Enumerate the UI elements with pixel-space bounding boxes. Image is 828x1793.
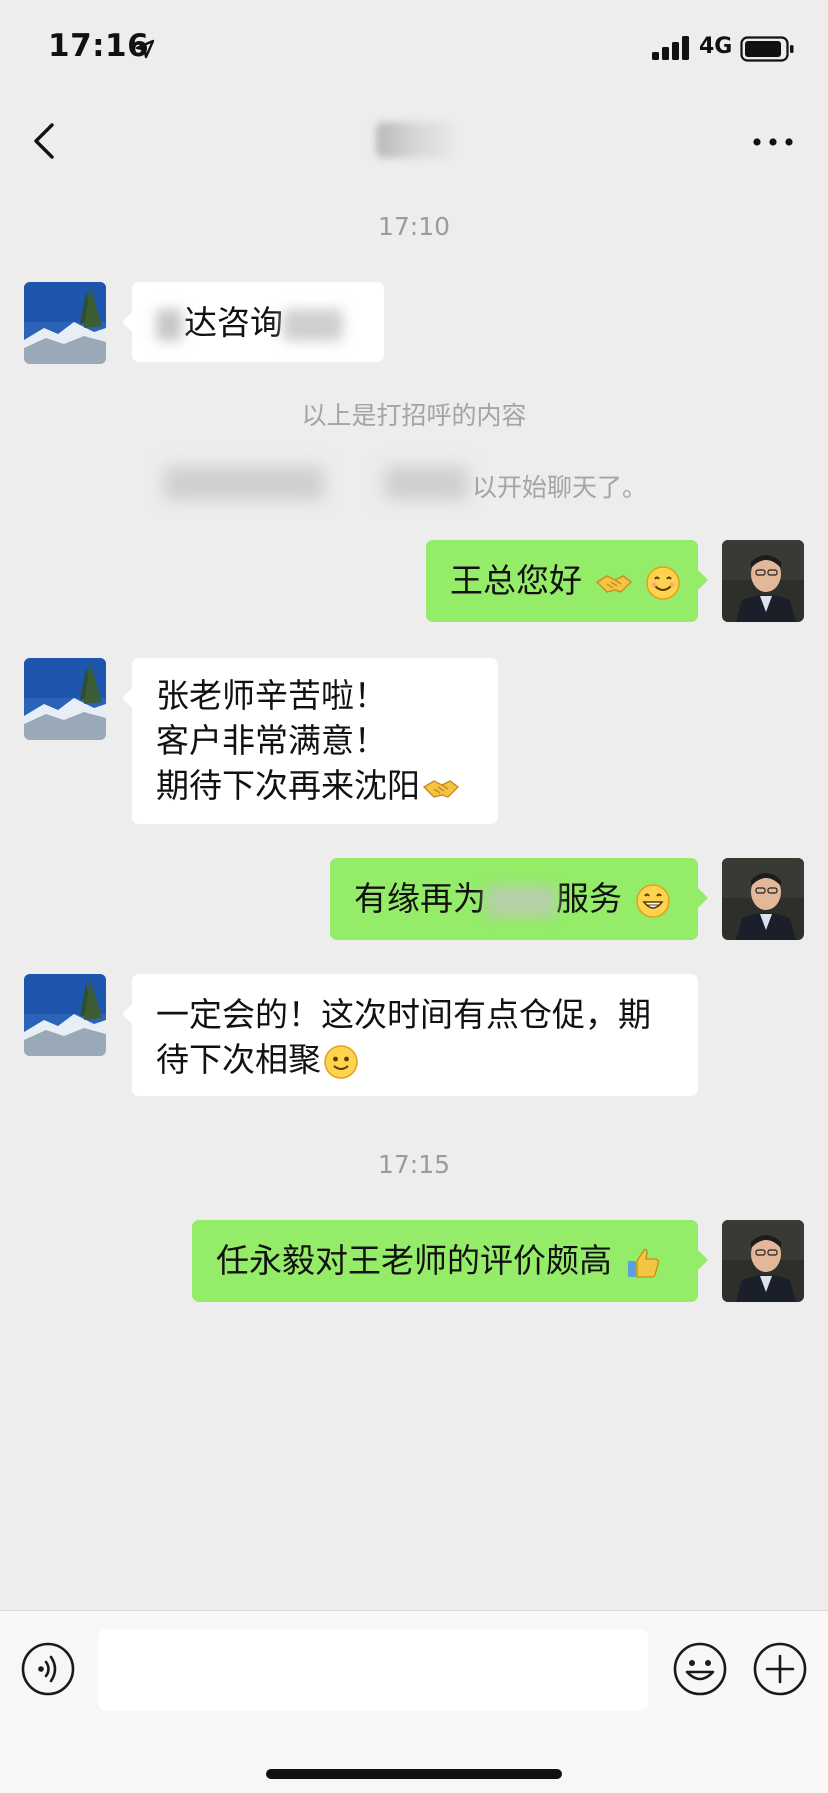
- message-text: 张老师辛苦啦！: [156, 676, 387, 715]
- outgoing-message[interactable]: 任永毅对王老师的评价颇高: [192, 1220, 708, 1302]
- redacted-text: [156, 308, 182, 341]
- home-indicator: [266, 1769, 562, 1779]
- timestamp: 17:10: [377, 212, 451, 241]
- message-text: 待下次相聚: [156, 1040, 321, 1079]
- smile-emoji: [646, 565, 680, 600]
- chevron-left-icon[interactable]: [22, 116, 72, 166]
- chat-title: [376, 122, 452, 158]
- outgoing-message[interactable]: 有缘再为 服务: [330, 858, 708, 940]
- battery-icon: [740, 36, 794, 62]
- my-avatar[interactable]: [722, 540, 804, 622]
- contact-avatar[interactable]: [24, 658, 106, 740]
- message-text: 有缘再为: [354, 879, 486, 918]
- redacted-text: [486, 884, 556, 917]
- message-text: 客户非常满意！: [156, 721, 387, 760]
- redacted-text: [283, 308, 343, 341]
- location-arrow-icon: [135, 39, 155, 59]
- my-avatar[interactable]: [722, 1220, 804, 1302]
- message-text: 任永毅对王老师的评价颇高: [216, 1241, 612, 1280]
- outgoing-message[interactable]: 王总您好: [426, 540, 708, 622]
- incoming-message[interactable]: 一定会的！这次时间有点仓促，期 待下次相聚: [122, 974, 698, 1096]
- incoming-message[interactable]: 张老师辛苦啦！ 客户非常满意！ 期待下次再来沈阳: [122, 658, 498, 824]
- grin-emoji: [635, 883, 670, 918]
- input-bar: [0, 1610, 828, 1793]
- redacted-text: [384, 466, 468, 500]
- voice-icon[interactable]: [20, 1641, 76, 1697]
- timestamp: 17:15: [377, 1150, 451, 1179]
- emoji-face-icon[interactable]: [672, 1641, 728, 1697]
- plus-circle-icon[interactable]: [752, 1641, 808, 1697]
- smile-emoji: [324, 1044, 358, 1079]
- system-note: 以开始聊天了。: [472, 473, 648, 502]
- nav-bar: [0, 100, 828, 190]
- contact-avatar[interactable]: [24, 282, 106, 364]
- thumbs-up-emoji: [627, 1248, 659, 1278]
- status-bar: 17:16 4G: [0, 0, 828, 100]
- message-input[interactable]: [98, 1629, 648, 1711]
- system-note: 以上是打招呼的内容: [301, 401, 527, 430]
- message-text: 一定会的！这次时间有点仓促，期: [156, 995, 651, 1034]
- signal-bars-icon: [652, 36, 689, 60]
- message-text: 王总您好: [450, 561, 582, 600]
- incoming-message[interactable]: 达咨询: [122, 282, 384, 362]
- message-text: 服务: [556, 879, 622, 918]
- more-dots-icon[interactable]: [748, 122, 798, 162]
- network-type: 4G: [699, 34, 733, 59]
- handshake-emoji: [422, 779, 460, 798]
- handshake-emoji: [595, 574, 632, 593]
- redacted-text: [164, 466, 324, 500]
- my-avatar[interactable]: [722, 858, 804, 940]
- contact-avatar[interactable]: [24, 974, 106, 1056]
- message-text: 期待下次再来沈阳: [156, 766, 420, 805]
- message-text: 达咨询: [184, 303, 283, 342]
